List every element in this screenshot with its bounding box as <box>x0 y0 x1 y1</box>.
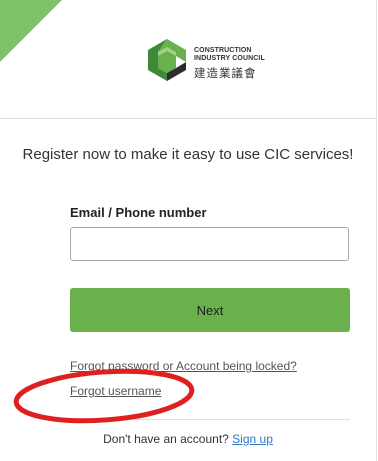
email-input[interactable] <box>70 227 349 261</box>
annotation-circle <box>13 368 195 424</box>
cic-logo-mark-icon <box>148 39 186 81</box>
signup-row: Don't have an account? Sign up <box>0 432 376 446</box>
signup-prompt: Don't have an account? <box>103 432 229 446</box>
page-title: Register now to make it easy to use CIC … <box>22 146 354 163</box>
next-button[interactable]: Next <box>70 288 350 332</box>
logo-chinese-text: 建造業議會 <box>194 66 257 80</box>
logo-text-line1: CONSTRUCTION <box>194 47 252 54</box>
logo-english-text: CONSTRUCTION INDUSTRY COUNCIL <box>194 47 265 63</box>
cic-logo: CONSTRUCTION INDUSTRY COUNCIL 建造業議會 <box>146 38 306 84</box>
email-field-label: Email / Phone number <box>70 205 207 220</box>
signup-link[interactable]: Sign up <box>232 432 273 446</box>
corner-decoration <box>0 0 62 62</box>
logo-text-line2: INDUSTRY COUNCIL <box>194 55 265 62</box>
